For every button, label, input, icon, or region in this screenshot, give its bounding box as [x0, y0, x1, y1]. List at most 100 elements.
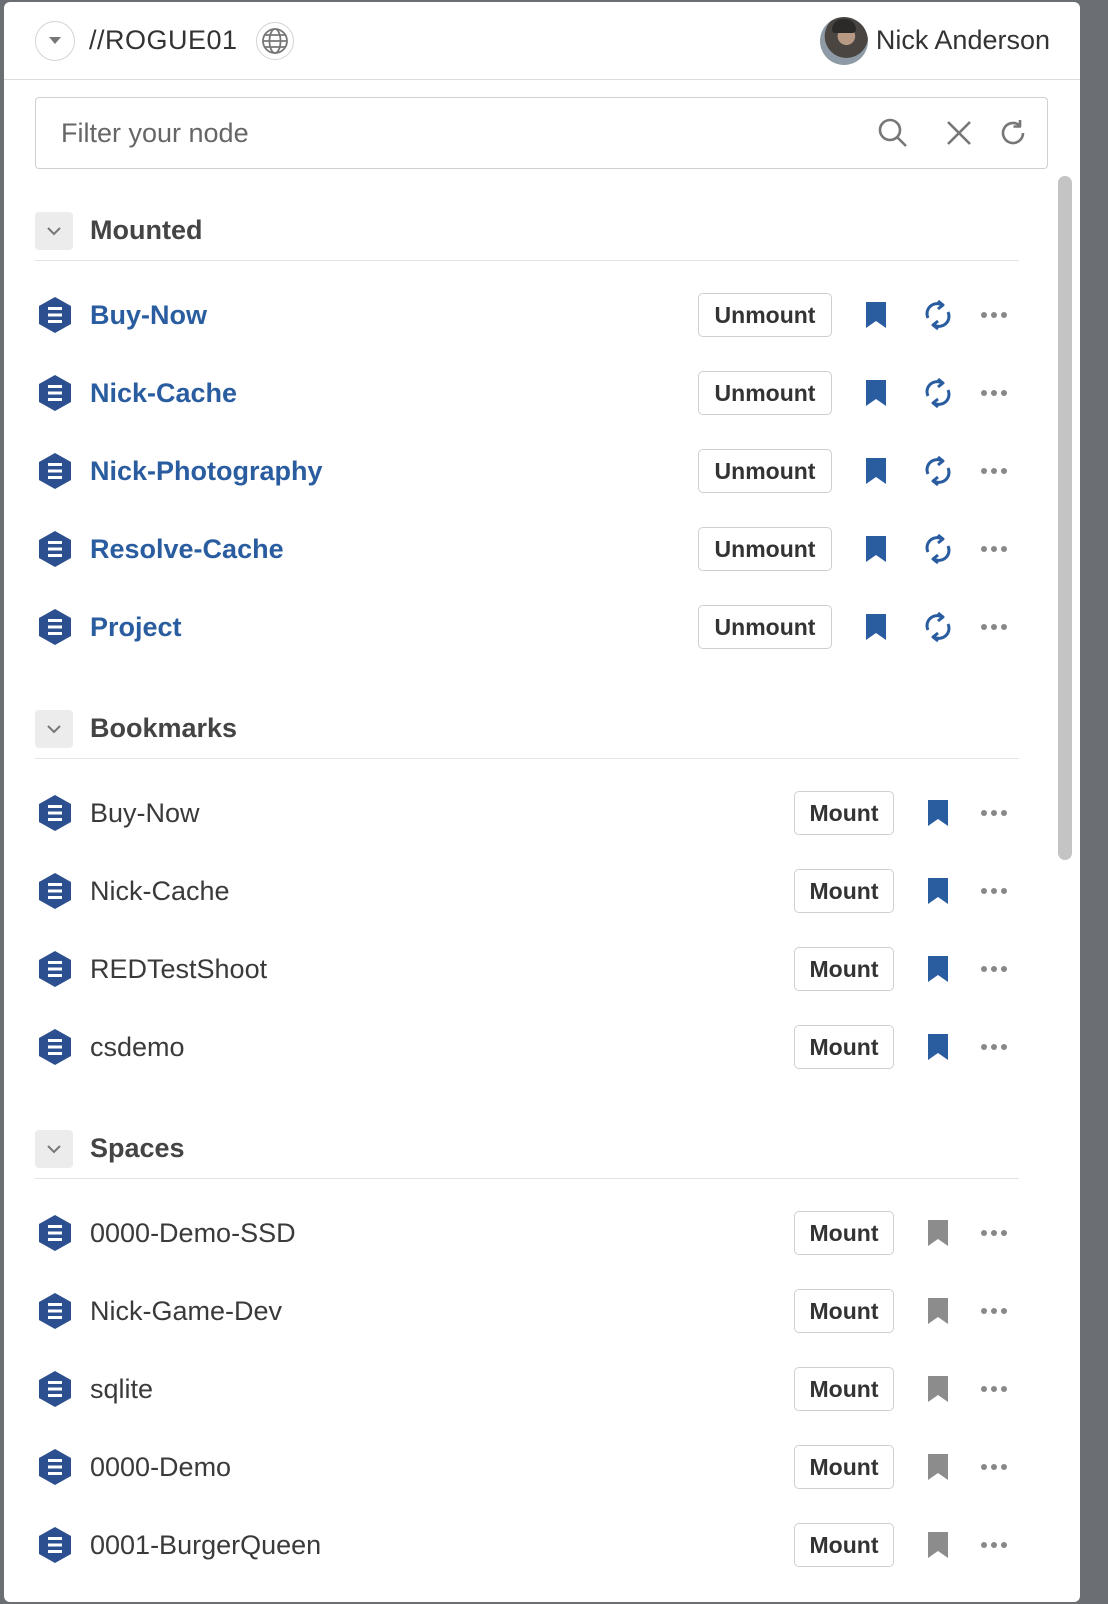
sync-button[interactable]	[919, 449, 957, 493]
network-button[interactable]	[255, 21, 294, 60]
collapse-bookmarks-button[interactable]	[35, 709, 73, 748]
list-item[interactable]: 0000-Demo Mount	[35, 1442, 1019, 1492]
node-switcher-button[interactable]	[35, 20, 75, 61]
space-name[interactable]: Project	[90, 612, 698, 643]
more-options-button[interactable]	[969, 791, 1019, 835]
more-options-button[interactable]	[969, 1289, 1019, 1333]
space-name[interactable]: Buy-Now	[90, 798, 794, 829]
collapse-mounted-button[interactable]	[35, 211, 73, 250]
unmount-button[interactable]: Unmount	[698, 449, 832, 493]
more-options-button[interactable]	[969, 449, 1019, 493]
list-item[interactable]: Resolve-Cache Unmount	[35, 524, 1019, 574]
more-icon	[981, 1386, 1007, 1392]
list-item[interactable]: Project Unmount	[35, 602, 1019, 652]
user-name[interactable]: Nick Anderson	[876, 25, 1050, 56]
search-button[interactable]	[873, 113, 913, 153]
bookmark-button[interactable]	[857, 449, 895, 493]
node-list[interactable]: Mounted Buy-Now Unmount Nick-Cache Unmou…	[4, 170, 1080, 1602]
bookmark-button[interactable]	[919, 1025, 957, 1069]
space-icon	[39, 453, 71, 489]
bookmark-button[interactable]	[919, 1367, 957, 1411]
space-name[interactable]: Buy-Now	[90, 300, 698, 331]
more-options-button[interactable]	[969, 947, 1019, 991]
avatar[interactable]	[819, 16, 868, 65]
clear-button[interactable]	[939, 113, 979, 153]
space-name[interactable]: 0000-Demo	[90, 1452, 794, 1483]
space-name[interactable]: REDTestShoot	[90, 954, 794, 985]
mount-button[interactable]: Mount	[794, 1211, 894, 1255]
space-icon	[39, 609, 71, 645]
space-icon	[39, 795, 71, 831]
space-name[interactable]: Resolve-Cache	[90, 534, 698, 565]
space-name[interactable]: sqlite	[90, 1374, 794, 1405]
unmount-button[interactable]: Unmount	[698, 293, 832, 337]
more-options-button[interactable]	[969, 1523, 1019, 1567]
mount-button[interactable]: Mount	[794, 869, 894, 913]
more-options-button[interactable]	[969, 1445, 1019, 1489]
bookmark-button[interactable]	[857, 605, 895, 649]
space-name[interactable]: csdemo	[90, 1032, 794, 1063]
list-item[interactable]: 0000-Demo-SSD Mount	[35, 1208, 1019, 1258]
bookmark-button[interactable]	[919, 791, 957, 835]
list-item[interactable]: Nick-Cache Mount	[35, 866, 1019, 916]
list-item[interactable]: Buy-Now Mount	[35, 788, 1019, 838]
bookmark-button[interactable]	[857, 293, 895, 337]
more-options-button[interactable]	[969, 1367, 1019, 1411]
unmount-button[interactable]: Unmount	[698, 371, 832, 415]
more-options-button[interactable]	[969, 605, 1019, 649]
space-name[interactable]: Nick-Cache	[90, 378, 698, 409]
space-name[interactable]: Nick-Game-Dev	[90, 1296, 794, 1327]
more-options-button[interactable]	[969, 527, 1019, 571]
more-icon	[981, 312, 1007, 318]
list-item[interactable]: Nick-Photography Unmount	[35, 446, 1019, 496]
list-item[interactable]: Nick-Game-Dev Mount	[35, 1286, 1019, 1336]
mount-button[interactable]: Mount	[794, 947, 894, 991]
bookmark-button[interactable]	[919, 1445, 957, 1489]
sync-icon	[925, 611, 951, 643]
bookmark-filled-icon	[866, 302, 886, 328]
list-item[interactable]: 0001-BurgerQueen Mount	[35, 1520, 1019, 1570]
list-item[interactable]: sqlite Mount	[35, 1364, 1019, 1414]
bookmark-button[interactable]	[857, 371, 895, 415]
space-name[interactable]: 0000-Demo-SSD	[90, 1218, 794, 1249]
more-options-button[interactable]	[969, 1025, 1019, 1069]
bookmark-button[interactable]	[857, 527, 895, 571]
refresh-button[interactable]	[993, 113, 1033, 153]
unmount-button[interactable]: Unmount	[698, 605, 832, 649]
globe-icon	[261, 27, 288, 54]
more-options-button[interactable]	[969, 293, 1019, 337]
bookmark-button[interactable]	[919, 1523, 957, 1567]
mount-button[interactable]: Mount	[794, 791, 894, 835]
space-name[interactable]: 0001-BurgerQueen	[90, 1530, 794, 1561]
more-options-button[interactable]	[969, 371, 1019, 415]
more-options-button[interactable]	[969, 869, 1019, 913]
mount-button[interactable]: Mount	[794, 1367, 894, 1411]
bookmark-button[interactable]	[919, 1211, 957, 1255]
more-icon	[981, 810, 1007, 816]
more-icon	[981, 546, 1007, 552]
bookmark-outline-icon	[928, 1532, 948, 1558]
unmount-button[interactable]: Unmount	[698, 527, 832, 571]
bookmark-button[interactable]	[919, 947, 957, 991]
bookmark-button[interactable]	[919, 869, 957, 913]
more-icon	[981, 1230, 1007, 1236]
space-name[interactable]: Nick-Photography	[90, 456, 698, 487]
more-options-button[interactable]	[969, 1211, 1019, 1255]
list-item[interactable]: Buy-Now Unmount	[35, 290, 1019, 340]
list-item[interactable]: csdemo Mount	[35, 1022, 1019, 1072]
mount-button[interactable]: Mount	[794, 1025, 894, 1069]
mount-button[interactable]: Mount	[794, 1289, 894, 1333]
sync-button[interactable]	[919, 371, 957, 415]
mount-button[interactable]: Mount	[794, 1445, 894, 1489]
collapse-spaces-button[interactable]	[35, 1129, 73, 1168]
list-item[interactable]: Nick-Cache Unmount	[35, 368, 1019, 418]
sync-button[interactable]	[919, 527, 957, 571]
sync-button[interactable]	[919, 293, 957, 337]
bookmark-button[interactable]	[919, 1289, 957, 1333]
scrollbar-thumb[interactable]	[1058, 176, 1072, 860]
space-name[interactable]: Nick-Cache	[90, 876, 794, 907]
filter-input[interactable]	[61, 117, 847, 149]
sync-button[interactable]	[919, 605, 957, 649]
list-item[interactable]: REDTestShoot Mount	[35, 944, 1019, 994]
mount-button[interactable]: Mount	[794, 1523, 894, 1567]
